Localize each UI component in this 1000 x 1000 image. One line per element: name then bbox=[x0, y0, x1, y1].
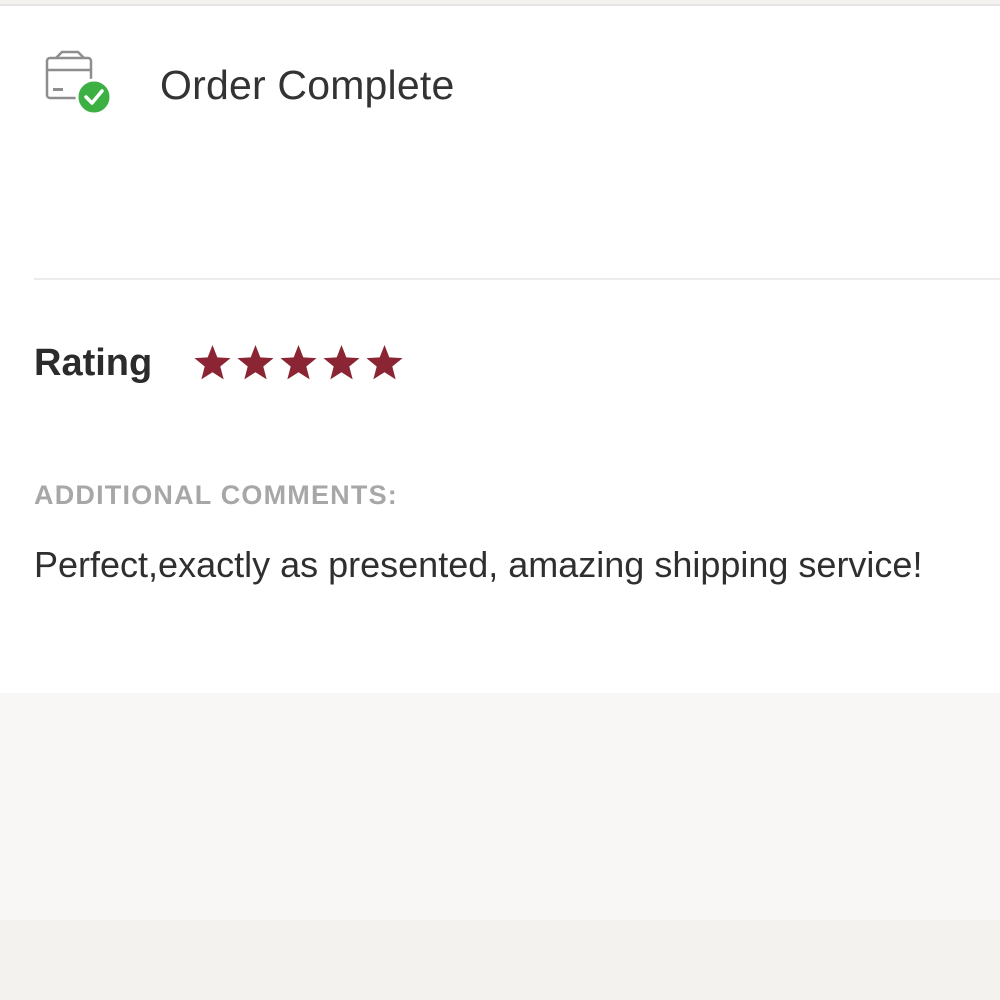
rating-label: Rating bbox=[34, 342, 153, 384]
order-status: Order Complete bbox=[44, 50, 454, 120]
star-rating bbox=[192, 344, 405, 384]
comments-text: Perfect,exactly as presented, amazing sh… bbox=[34, 544, 923, 585]
section-divider bbox=[34, 278, 1000, 280]
star-filled-icon bbox=[194, 344, 231, 379]
star-filled-icon bbox=[323, 344, 360, 379]
rating-row: Rating bbox=[34, 342, 405, 385]
page-background-band bbox=[0, 693, 1000, 920]
star-filled-icon bbox=[280, 344, 317, 379]
package-check-icon bbox=[44, 50, 116, 116]
comments-label: ADDITIONAL COMMENTS: bbox=[34, 480, 398, 510]
order-status-title: Order Complete bbox=[160, 62, 455, 108]
page: Order Complete Rating ADDITIONAL COMMENT… bbox=[0, 0, 1000, 1000]
review-card: Order Complete Rating ADDITIONAL COMMENT… bbox=[0, 4, 1000, 696]
star-filled-icon bbox=[237, 344, 274, 379]
star-filled-icon bbox=[366, 344, 403, 379]
